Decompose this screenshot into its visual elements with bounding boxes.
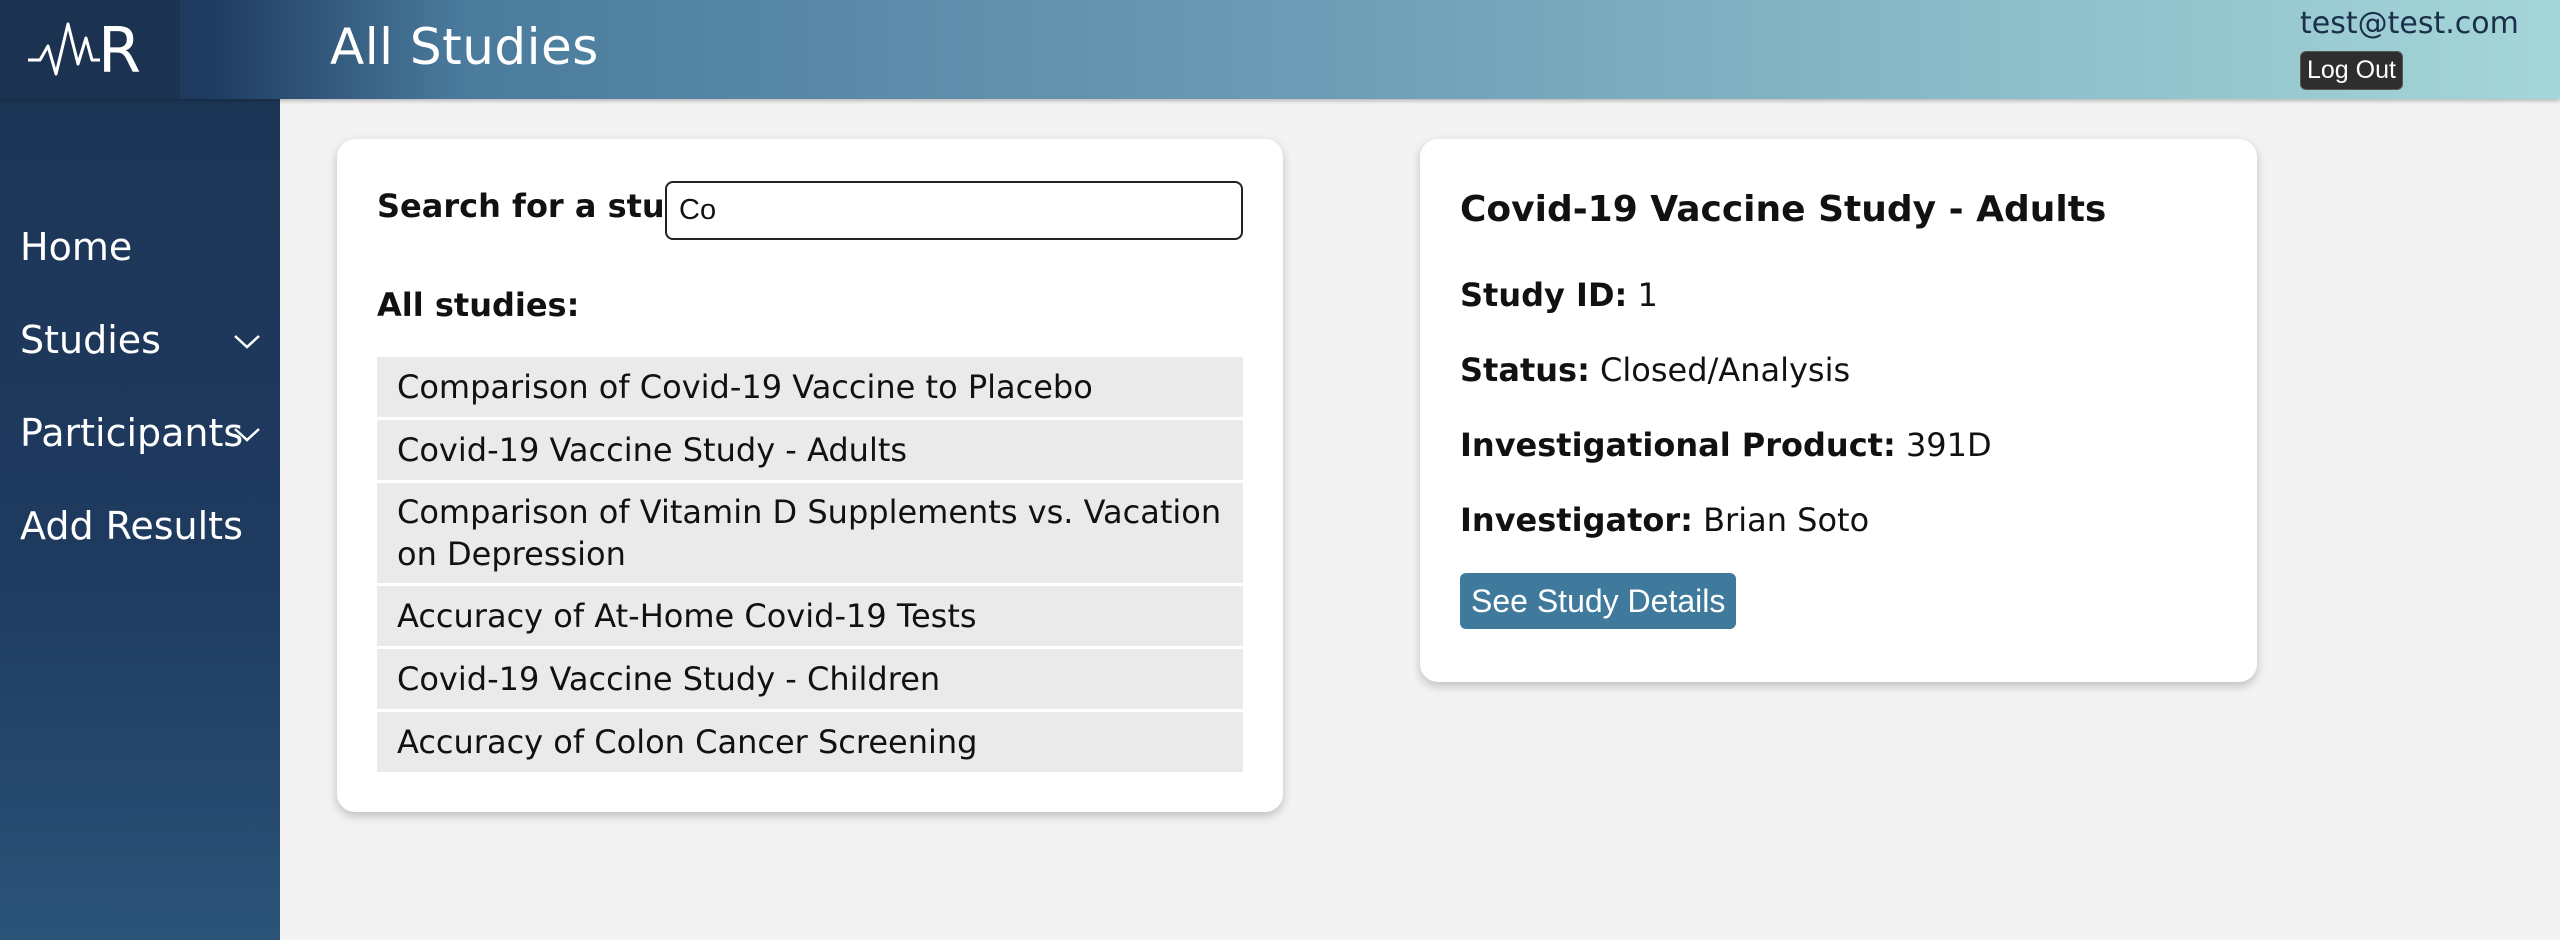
investigator-label: Investigator: bbox=[1460, 501, 1693, 539]
sidebar-item-label: Studies bbox=[20, 318, 161, 362]
study-search-input[interactable] bbox=[665, 181, 1243, 240]
study-title: Covid-19 Vaccine Study - Adults bbox=[1460, 189, 2107, 230]
investigator-row: Investigator: Brian Soto bbox=[1460, 501, 1869, 539]
sidebar-item-participants[interactable]: Participants bbox=[20, 403, 270, 463]
list-item[interactable]: Accuracy of Colon Cancer Screening bbox=[377, 712, 1243, 772]
all-studies-heading: All studies: bbox=[377, 286, 580, 324]
product-value: 391D bbox=[1905, 426, 1992, 464]
investigator-value: Brian Soto bbox=[1703, 501, 1870, 539]
logout-button[interactable]: Log Out bbox=[2300, 51, 2403, 90]
page-title: All Studies bbox=[330, 18, 599, 76]
sidebar-item-label: Add Results bbox=[20, 504, 243, 548]
sidebar-item-studies[interactable]: Studies bbox=[20, 310, 270, 370]
sidebar-item-home[interactable]: Home bbox=[20, 217, 132, 277]
status-value: Closed/Analysis bbox=[1600, 351, 1851, 389]
product-label: Investigational Product: bbox=[1460, 426, 1896, 464]
chevron-down-icon bbox=[234, 428, 260, 442]
top-header: R All Studies test@test.com Log Out bbox=[0, 0, 2560, 99]
study-results-list: Comparison of Covid-19 Vaccine to Placeb… bbox=[377, 357, 1243, 775]
see-study-details-button[interactable]: See Study Details bbox=[1460, 573, 1737, 629]
sidebar-item-label: Home bbox=[20, 225, 133, 269]
list-item[interactable]: Comparison of Covid-19 Vaccine to Placeb… bbox=[377, 357, 1243, 417]
study-id-label: Study ID: bbox=[1460, 276, 1628, 314]
product-row: Investigational Product: 391D bbox=[1460, 426, 1992, 464]
list-item[interactable]: Covid-19 Vaccine Study - Adults bbox=[377, 420, 1243, 480]
list-item[interactable]: Covid-19 Vaccine Study - Children bbox=[377, 649, 1243, 709]
app-logo[interactable]: R bbox=[0, 0, 180, 99]
sidebar-item-add-results[interactable]: Add Results bbox=[20, 496, 243, 556]
status-label: Status: bbox=[1460, 351, 1590, 389]
list-item[interactable]: Accuracy of At-Home Covid-19 Tests bbox=[377, 586, 1243, 646]
study-detail-card: Covid-19 Vaccine Study - Adults Study ID… bbox=[1420, 139, 2257, 682]
list-item[interactable]: Comparison of Vitamin D Supplements vs. … bbox=[377, 483, 1243, 583]
user-email: test@test.com bbox=[2300, 6, 2519, 41]
status-row: Status: Closed/Analysis bbox=[1460, 351, 1850, 389]
heartbeat-logo-icon: R bbox=[28, 16, 141, 80]
chevron-down-icon bbox=[234, 335, 260, 349]
sidebar-item-label: Participants bbox=[20, 411, 244, 455]
study-id-row: Study ID: 1 bbox=[1460, 276, 1658, 314]
study-id-value: 1 bbox=[1637, 276, 1658, 314]
sidebar: Home Studies Participants Add Results bbox=[0, 99, 280, 940]
logo-letter: R bbox=[98, 16, 141, 80]
study-search-card: Search for a study: All studies: Compari… bbox=[337, 139, 1283, 812]
